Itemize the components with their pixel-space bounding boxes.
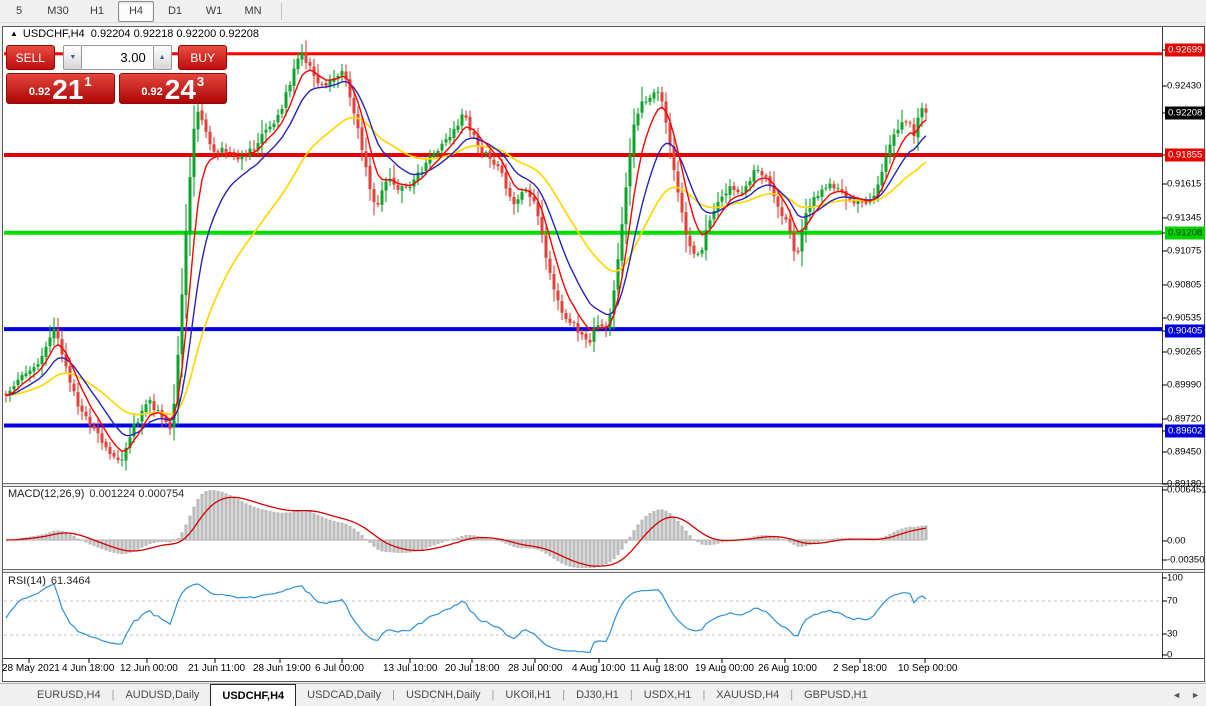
bid-price-big: 21	[52, 77, 83, 103]
date-label-10-sep-00-00: 10 Sep 00:00	[898, 663, 958, 674]
sell-button[interactable]: SELL	[6, 45, 55, 70]
one-click-trade-widget: SELL ▼ 3.00 ▲ BUY 0.92 21 1 0.92 24 3	[6, 45, 227, 104]
price-tick-0.90265: 0.90265	[1167, 347, 1201, 358]
tab-dj30-h1[interactable]: DJ30,H1	[565, 684, 630, 706]
date-label-4-jun-18-00: 4 Jun 18:00	[62, 663, 114, 674]
macd-values: 0.001224 0.000754	[89, 488, 184, 500]
volume-increase-button[interactable]: ▲	[153, 45, 172, 70]
macd-scale-0.00: 0.00	[1167, 536, 1186, 547]
tab-gbpusd-h1[interactable]: GBPUSD,H1	[793, 684, 879, 706]
tab-usdx-h1[interactable]: USDX,H1	[633, 684, 703, 706]
timeframe-toolbar: 5M30H1H4D1W1MN	[0, 0, 1206, 23]
up-triangle-icon: ▲	[10, 29, 18, 38]
rsi-scale-0: 0	[1167, 650, 1172, 661]
timeframe-button-mn[interactable]: MN	[235, 1, 271, 22]
volume-decrease-button[interactable]: ▼	[63, 45, 82, 70]
rsi-title: RSI(14)	[8, 575, 46, 587]
macd-scale--0.00350: -0.00350	[1167, 555, 1205, 566]
tab-usdcnh-daily[interactable]: USDCNH,Daily	[395, 684, 492, 706]
macd-title: MACD(12,26,9)	[8, 488, 84, 500]
chart-window[interactable]	[2, 26, 1205, 682]
price-tick-0.91075: 0.91075	[1167, 246, 1201, 257]
bid-price-pipette: 1	[84, 74, 91, 89]
timeframe-button-h1[interactable]: H1	[79, 1, 115, 22]
rsi-scale-70: 70	[1167, 596, 1178, 607]
price-tick-0.89450: 0.89450	[1167, 447, 1201, 458]
ask-price-big: 24	[165, 77, 196, 103]
tab-audusd-daily[interactable]: AUDUSD,Daily	[114, 684, 210, 706]
price-badge-0.91855: 0.91855	[1165, 149, 1205, 162]
price-badge-0.92699: 0.92699	[1165, 44, 1205, 57]
tab-ukoil-h1[interactable]: UKOil,H1	[494, 684, 562, 706]
chart-title: ▲ USDCHF,H4 0.92204 0.92218 0.92200 0.922…	[10, 28, 265, 40]
date-label-28-may-2021: 28 May 2021	[2, 663, 60, 674]
price-badge-0.91208: 0.91208	[1165, 227, 1205, 240]
date-label-28-jun-19-00: 28 Jun 19:00	[253, 663, 311, 674]
rsi-scale-30: 30	[1167, 629, 1178, 640]
ask-price-panel[interactable]: 0.92 24 3	[119, 73, 228, 104]
volume-input[interactable]: 3.00	[82, 45, 152, 70]
date-label-19-aug-00-00: 19 Aug 00:00	[695, 663, 754, 674]
date-label-11-aug-18-00: 11 Aug 18:00	[630, 663, 688, 674]
chevron-up-icon: ▲	[159, 54, 166, 61]
price-tick-0.90805: 0.90805	[1167, 280, 1201, 291]
date-label-2-sep-18-00: 2 Sep 18:00	[833, 663, 887, 674]
ask-price-prefix: 0.92	[141, 86, 162, 98]
scroll-right-icon[interactable]: ►	[1191, 690, 1200, 700]
timeframe-button-m30[interactable]: M30	[40, 1, 76, 22]
bid-price-panel[interactable]: 0.92 21 1	[6, 73, 115, 104]
price-badge-0.90405: 0.90405	[1165, 325, 1205, 338]
price-badge-0.89602: 0.89602	[1165, 425, 1205, 438]
price-tick-0.89720: 0.89720	[1167, 414, 1201, 425]
tab-usdcad-daily[interactable]: USDCAD,Daily	[296, 684, 392, 706]
date-label-4-aug-10-00: 4 Aug 10:00	[572, 663, 625, 674]
price-tick-0.90535: 0.90535	[1167, 313, 1201, 324]
timeframe-button-5[interactable]: 5	[1, 1, 37, 22]
date-label-20-jul-18-00: 20 Jul 18:00	[445, 663, 500, 674]
timeframe-button-h4[interactable]: H4	[118, 1, 154, 22]
chart-ohlc-values: 0.92204 0.92218 0.92200 0.92208	[91, 28, 259, 40]
ask-price-pipette: 3	[197, 74, 204, 89]
timeframe-button-d1[interactable]: D1	[157, 1, 193, 22]
chart-tab-bar: EURUSD,H4|AUDUSD,DailyUSDCHF,H4USDCAD,Da…	[0, 683, 1206, 706]
buy-button[interactable]: BUY	[178, 45, 227, 70]
macd-label: MACD(12,26,9) 0.001224 0.000754	[8, 488, 184, 500]
date-label-12-jun-00-00: 12 Jun 00:00	[120, 663, 178, 674]
bid-price-prefix: 0.92	[29, 86, 50, 98]
chart-symbol: USDCHF,H4	[23, 28, 85, 40]
price-tick-0.91615: 0.91615	[1167, 179, 1201, 190]
price-tick-0.91345: 0.91345	[1167, 213, 1201, 224]
date-label-26-aug-10-00: 26 Aug 10:00	[758, 663, 817, 674]
macd-scale-0.006451: 0.006451	[1167, 485, 1206, 496]
rsi-label: RSI(14) 61.3464	[8, 575, 91, 587]
price-tick-0.89990: 0.89990	[1167, 380, 1201, 391]
date-label-28-jul-00-00: 28 Jul 00:00	[508, 663, 563, 674]
date-label-13-jul-10-00: 13 Jul 10:00	[383, 663, 438, 674]
tab-xauusd-h4[interactable]: XAUUSD,H4	[705, 684, 790, 706]
toolbar-separator	[281, 3, 282, 20]
price-tick-0.92430: 0.92430	[1167, 81, 1201, 92]
rsi-scale-100: 100	[1167, 573, 1183, 584]
date-label-21-jun-11-00: 21 Jun 11:00	[188, 663, 245, 674]
chevron-down-icon: ▼	[69, 54, 76, 61]
rsi-value: 61.3464	[51, 575, 91, 587]
price-badge-0.92208: 0.92208	[1165, 107, 1205, 120]
date-label-6-jul-00-00: 6 Jul 00:00	[315, 663, 364, 674]
scroll-left-icon[interactable]: ◄	[1172, 690, 1181, 700]
tab-eurusd-h4[interactable]: EURUSD,H4	[26, 684, 112, 706]
tab-usdchf-h4[interactable]: USDCHF,H4	[210, 684, 296, 706]
tab-scroll-arrows: ◄ ►	[1172, 684, 1200, 706]
timeframe-button-w1[interactable]: W1	[196, 1, 232, 22]
